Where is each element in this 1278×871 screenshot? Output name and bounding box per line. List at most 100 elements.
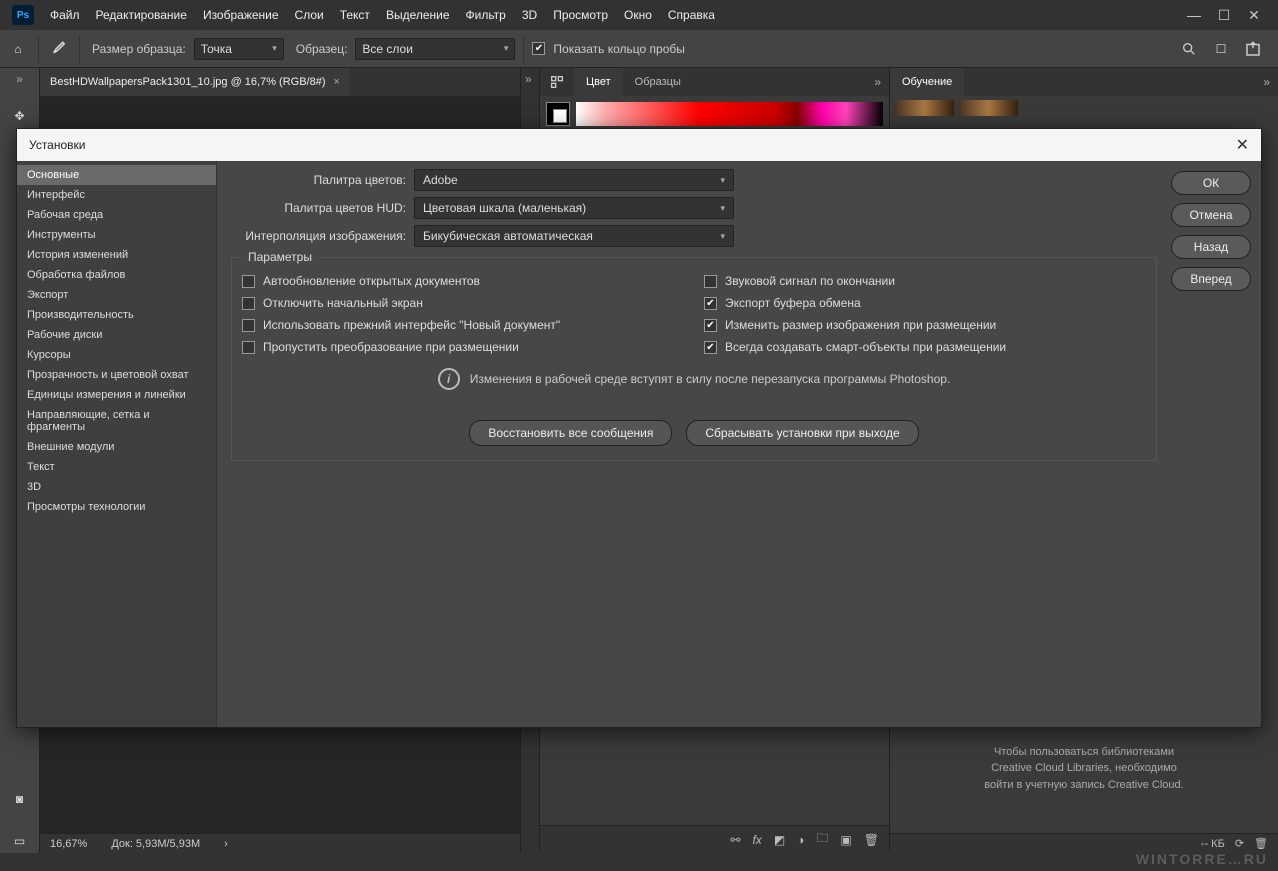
menu-file[interactable]: Файл <box>42 8 88 22</box>
menu-layers[interactable]: Слои <box>287 8 332 22</box>
trash-icon[interactable]: 🗑 <box>864 833 879 847</box>
cat-workspace[interactable]: Рабочая среда <box>17 205 216 225</box>
link-icon[interactable]: ⚯ <box>730 833 740 847</box>
cat-cursors[interactable]: Курсоры <box>17 345 216 365</box>
prev-button[interactable]: Назад <box>1171 235 1251 259</box>
learn-thumbnails <box>890 96 1278 120</box>
sample-size-select[interactable]: Точка▾ <box>194 38 284 60</box>
panel-icon-85[interactable] <box>540 74 574 90</box>
menu-view[interactable]: Просмотр <box>545 8 616 22</box>
folder-icon[interactable]: 🗀 <box>816 829 828 850</box>
minimize-button[interactable]: ― <box>1188 9 1200 21</box>
hud-picker-select[interactable]: Цветовая шкала (маленькая)▾ <box>414 197 734 219</box>
sample-size-label: Размер образца: <box>92 42 186 56</box>
expand-dock-icon[interactable]: » <box>525 72 532 86</box>
cat-filehandling[interactable]: Обработка файлов <box>17 265 216 285</box>
next-button[interactable]: Вперед <box>1171 267 1251 291</box>
menu-3d[interactable]: 3D <box>514 8 545 22</box>
expand-tools-icon[interactable]: » <box>16 72 23 86</box>
new-layer-icon[interactable]: ▣ <box>840 833 851 847</box>
chk-legacynewdoc[interactable] <box>242 319 255 332</box>
chk-resizeplace[interactable] <box>704 319 717 332</box>
chevron-down-icon: ▾ <box>720 231 725 242</box>
cat-guides[interactable]: Направляющие, сетка и фрагменты <box>17 405 216 437</box>
cat-3d[interactable]: 3D <box>17 477 216 497</box>
chk-smartobj[interactable] <box>704 341 717 354</box>
tab-color[interactable]: Цвет <box>574 68 623 96</box>
menu-edit[interactable]: Редактирование <box>88 8 195 22</box>
dialog-close-icon[interactable]: ✕ <box>1236 135 1249 155</box>
ok-button[interactable]: ОК <box>1171 171 1251 195</box>
menu-text[interactable]: Текст <box>332 8 378 22</box>
panel-icon[interactable]: ☐ <box>1212 40 1230 58</box>
zoom-display[interactable]: 16,67% <box>50 838 87 850</box>
lbl-disablestart: Отключить начальный экран <box>263 296 423 310</box>
eyedropper-icon[interactable] <box>47 37 71 61</box>
chk-skiptransform[interactable] <box>242 341 255 354</box>
cat-general[interactable]: Основные <box>17 165 216 185</box>
menu-window[interactable]: Окно <box>616 8 660 22</box>
cat-performance[interactable]: Производительность <box>17 305 216 325</box>
foreground-background-swatch[interactable] <box>546 102 570 126</box>
cat-transparency[interactable]: Прозрачность и цветовой охват <box>17 365 216 385</box>
separator <box>79 35 80 63</box>
show-ring-label: Показать кольцо пробы <box>553 42 684 56</box>
chk-autoupdate[interactable] <box>242 275 255 288</box>
cat-techpreview[interactable]: Просмотры технологии <box>17 497 216 517</box>
sync-icon[interactable]: ⟳ <box>1235 837 1244 850</box>
dialog-title: Установки <box>29 138 85 152</box>
status-arrow-icon[interactable]: › <box>224 838 228 850</box>
cat-tools[interactable]: Инструменты <box>17 225 216 245</box>
thumbnail[interactable] <box>958 100 1018 116</box>
color-ramp[interactable] <box>576 102 883 126</box>
cat-interface[interactable]: Интерфейс <box>17 185 216 205</box>
show-ring-checkbox[interactable] <box>532 42 545 55</box>
adjustment-icon[interactable]: ◑ <box>797 833 804 847</box>
share-icon[interactable] <box>1244 40 1262 58</box>
close-button[interactable]: ✕ <box>1248 9 1260 21</box>
screenmode-icon[interactable]: ▭ <box>8 829 32 853</box>
cat-units[interactable]: Единицы измерения и линейки <box>17 385 216 405</box>
panel-expand-icon[interactable]: » <box>1255 75 1278 89</box>
fx-icon[interactable]: fx <box>752 833 761 847</box>
document-tabs: BestHDWallpapersPack1301_10.jpg @ 16,7% … <box>40 68 520 96</box>
cat-export[interactable]: Экспорт <box>17 285 216 305</box>
reset-on-quit-button[interactable]: Сбрасывать установки при выходе <box>686 420 918 446</box>
lbl-smartobj: Всегда создавать смарт-объекты при разме… <box>725 340 1006 354</box>
chk-disablestart[interactable] <box>242 297 255 310</box>
menu-filter[interactable]: Фильтр <box>458 8 514 22</box>
maximize-button[interactable]: ☐ <box>1218 9 1230 21</box>
info-icon: i <box>438 368 460 390</box>
close-tab-icon[interactable]: × <box>334 76 340 88</box>
menu-image[interactable]: Изображение <box>195 8 287 22</box>
thumbnail[interactable] <box>894 100 954 116</box>
quickmask-icon[interactable]: ◙ <box>8 787 32 811</box>
document-tab[interactable]: BestHDWallpapersPack1301_10.jpg @ 16,7% … <box>40 68 350 96</box>
cat-plugins[interactable]: Внешние модули <box>17 437 216 457</box>
reset-messages-button[interactable]: Восстановить все сообщения <box>469 420 672 446</box>
chk-exportclip[interactable] <box>704 297 717 310</box>
tab-swatches[interactable]: Образцы <box>623 68 693 96</box>
cat-history[interactable]: История изменений <box>17 245 216 265</box>
color-panel-tabs: Цвет Образцы » <box>540 68 889 96</box>
trash-icon[interactable]: 🗑 <box>1254 837 1268 850</box>
color-picker-select[interactable]: Adobe▾ <box>414 169 734 191</box>
search-icon[interactable] <box>1180 40 1198 58</box>
menu-help[interactable]: Справка <box>660 8 723 22</box>
cat-scratchdisks[interactable]: Рабочие диски <box>17 325 216 345</box>
mask-icon[interactable]: ◩ <box>774 833 785 847</box>
panel-expand-icon[interactable]: » <box>866 75 889 89</box>
doc-size-display[interactable]: Док: 5,93M/5,93M <box>111 838 200 850</box>
menu-select[interactable]: Выделение <box>378 8 458 22</box>
move-tool-icon[interactable]: ✥ <box>8 104 32 128</box>
sample-select[interactable]: Все слои▾ <box>355 38 515 60</box>
options-fieldset: Параметры Автообновление открытых докуме… <box>231 257 1157 461</box>
home-icon[interactable]: ⌂ <box>6 37 30 61</box>
cat-type[interactable]: Текст <box>17 457 216 477</box>
interpolation-select[interactable]: Бикубическая автоматическая▾ <box>414 225 734 247</box>
chk-beep[interactable] <box>704 275 717 288</box>
library-status-bar: -- КБ ⟳ 🗑 <box>890 833 1278 853</box>
tab-learn[interactable]: Обучение <box>890 68 964 96</box>
lbl-resizeplace: Изменить размер изображения при размещен… <box>725 318 996 332</box>
cancel-button[interactable]: Отмена <box>1171 203 1251 227</box>
